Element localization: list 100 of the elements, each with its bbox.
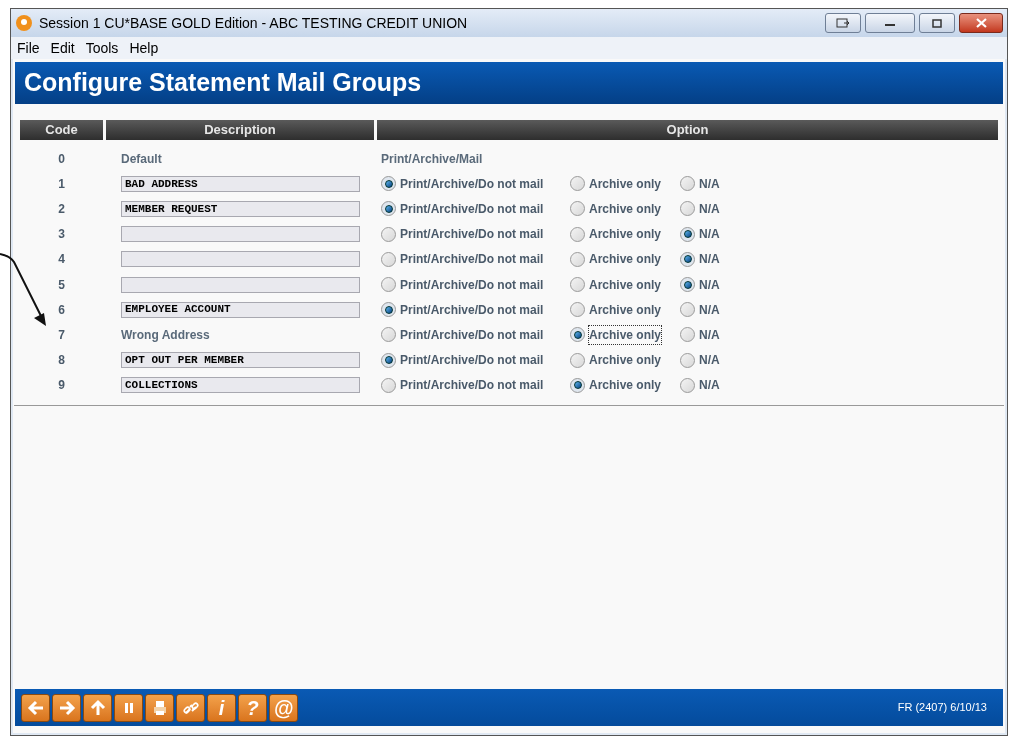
description-field[interactable]: COLLECTIONS	[121, 377, 360, 394]
toolbar-button[interactable]	[114, 693, 143, 722]
description-field[interactable]: MEMBER REQUEST	[121, 200, 360, 217]
app-logo-icon	[15, 14, 33, 32]
radio-button[interactable]	[570, 251, 585, 267]
radio-label[interactable]: N/A	[698, 350, 721, 371]
radio-button[interactable]	[570, 277, 585, 293]
radio-button[interactable]	[381, 201, 396, 217]
description-field[interactable]: OPT OUT PER MEMBER	[121, 352, 360, 369]
page-title: Configure Statement Mail Groups	[24, 67, 422, 99]
code-cell-text: 6	[57, 301, 66, 319]
close-icon	[975, 18, 987, 28]
column-header: Description	[106, 120, 374, 140]
radio-button[interactable]	[381, 352, 396, 368]
radio-button[interactable]	[381, 377, 396, 393]
radio-label[interactable]: Archive only	[588, 375, 663, 396]
code-cell-text: 1	[57, 175, 66, 193]
radio-button[interactable]	[680, 377, 695, 393]
code-cell-text: 5	[57, 276, 66, 294]
radio-button[interactable]	[381, 302, 396, 318]
code-cell-text: 8	[57, 352, 66, 370]
toolbar-button[interactable]	[52, 693, 81, 722]
radio-button[interactable]	[381, 176, 396, 192]
description-text: Default	[121, 150, 162, 168]
radio-label[interactable]: N/A	[698, 173, 721, 194]
menu-item[interactable]: Edit	[50, 37, 75, 59]
radio-label[interactable]: Print/Archive/Do not mail	[399, 274, 545, 295]
radio-button[interactable]	[680, 226, 695, 242]
radio-label[interactable]: Print/Archive/Do not mail	[399, 350, 545, 371]
radio-label[interactable]: Archive only	[588, 350, 663, 371]
radio-label[interactable]: Archive only	[588, 274, 663, 295]
description-field[interactable]	[121, 276, 360, 293]
radio-button[interactable]	[680, 251, 695, 267]
description-field[interactable]: BAD ADDRESS	[121, 175, 360, 192]
up-arrow-icon	[88, 698, 107, 717]
radio-label[interactable]: Archive only	[588, 249, 663, 270]
radio-label[interactable]: Print/Archive/Do not mail	[399, 224, 545, 245]
radio-label[interactable]: Print/Archive/Do not mail	[399, 375, 545, 396]
toolbar-button[interactable]	[83, 693, 112, 722]
menu-item[interactable]: Help	[129, 37, 159, 59]
radio-button[interactable]	[570, 377, 585, 393]
code-cell-text: 2	[57, 200, 66, 218]
radio-label[interactable]: Archive only	[588, 324, 663, 345]
radio-button[interactable]	[570, 201, 585, 217]
status-text: FR (2407) 6/10/13	[897, 700, 987, 716]
radio-label[interactable]: N/A	[698, 274, 721, 295]
option-heading: Print/Archive/Mail	[381, 150, 483, 168]
radio-label[interactable]: Print/Archive/Do not mail	[399, 324, 545, 345]
forward-arrow-icon	[57, 698, 76, 717]
radio-label[interactable]: Print/Archive/Do not mail	[399, 173, 545, 194]
maximize-button[interactable]	[919, 13, 955, 33]
menu-item[interactable]: File	[17, 37, 40, 59]
radio-button[interactable]	[680, 277, 695, 293]
close-button[interactable]	[959, 13, 1003, 33]
radio-button[interactable]	[570, 352, 585, 368]
menu-item[interactable]: Tools	[85, 37, 119, 59]
description-text: Wrong Address	[121, 326, 210, 344]
radio-button[interactable]	[680, 327, 695, 343]
description-field[interactable]	[121, 251, 360, 268]
radio-label[interactable]: Archive only	[588, 198, 663, 219]
column-header: Code	[20, 120, 103, 140]
toolbar-button[interactable]	[176, 693, 205, 722]
radio-label[interactable]: N/A	[698, 249, 721, 270]
radio-label[interactable]: N/A	[698, 198, 721, 219]
radio-label[interactable]: Print/Archive/Do not mail	[399, 198, 545, 219]
code-cell-text: 7	[57, 326, 66, 344]
window-menu-button[interactable]	[825, 13, 861, 33]
radio-button[interactable]	[570, 327, 585, 343]
radio-button[interactable]	[680, 352, 695, 368]
code-cell-text: 0	[57, 150, 66, 168]
radio-label[interactable]: Archive only	[588, 299, 663, 320]
radio-button[interactable]	[570, 226, 585, 242]
radio-button[interactable]	[570, 302, 585, 318]
radio-button[interactable]	[680, 201, 695, 217]
radio-label[interactable]: N/A	[698, 375, 721, 396]
radio-button[interactable]	[381, 226, 396, 242]
description-field[interactable]	[121, 226, 360, 243]
radio-label[interactable]: N/A	[698, 224, 721, 245]
code-cell-text: 4	[57, 251, 66, 269]
radio-button[interactable]	[680, 302, 695, 318]
minimize-button[interactable]	[865, 13, 915, 33]
radio-label[interactable]: Print/Archive/Do not mail	[399, 299, 545, 320]
radio-label[interactable]: Archive only	[588, 224, 663, 245]
toolbar-button[interactable]	[145, 693, 174, 722]
maximize-icon	[932, 18, 942, 28]
radio-button[interactable]	[680, 176, 695, 192]
back-arrow-icon	[26, 698, 45, 717]
radio-button[interactable]	[381, 251, 396, 267]
column-header: Option	[377, 120, 998, 140]
window-title: Session 1 CU*BASE GOLD Edition - ABC TESTING CREDIT UNION	[39, 13, 468, 33]
code-cell-text: 9	[57, 377, 66, 395]
radio-button[interactable]	[570, 176, 585, 192]
radio-label[interactable]: Archive only	[588, 173, 663, 194]
radio-button[interactable]	[381, 327, 396, 343]
radio-label[interactable]: Print/Archive/Do not mail	[399, 249, 545, 270]
radio-label[interactable]: N/A	[698, 324, 721, 345]
radio-button[interactable]	[381, 277, 396, 293]
radio-label[interactable]: N/A	[698, 299, 721, 320]
description-field[interactable]: EMPLOYEE ACCOUNT	[121, 301, 360, 318]
toolbar-button[interactable]	[21, 693, 50, 722]
